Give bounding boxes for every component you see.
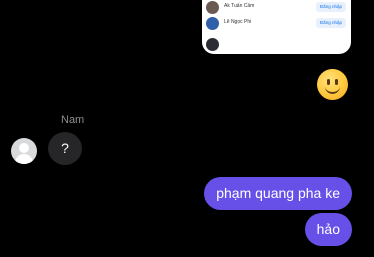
- avatar-body: [15, 154, 33, 164]
- outgoing-message-bubble[interactable]: phạm quang pha ke: [204, 177, 352, 210]
- account-name: Lê Ngọc Phi: [224, 19, 252, 25]
- account-row: Ak Tuấn Cầm Đăng nhập: [202, 1, 351, 15]
- sender-name: Nam: [61, 114, 85, 126]
- account-name: Ak Tuấn Cầm: [224, 3, 255, 9]
- account-avatar: [206, 38, 219, 51]
- sender-avatar[interactable]: [11, 138, 37, 164]
- account-row: [202, 36, 351, 51]
- avatar-head: [19, 143, 29, 153]
- login-button[interactable]: Đăng nhập: [315, 18, 346, 28]
- account-avatar: [206, 17, 219, 30]
- account-avatar: [206, 1, 219, 14]
- outgoing-message-bubble[interactable]: hảo: [304, 213, 352, 246]
- account-row: Lê Ngọc Phi Đăng nhập: [202, 17, 351, 31]
- shared-screenshot-card[interactable]: Ak Tuấn Cầm Đăng nhập Lê Ngọc Phi Đăng n…: [202, 0, 351, 54]
- incoming-message-bubble[interactable]: ?: [48, 132, 82, 165]
- emoji-mouth: [325, 84, 340, 94]
- login-button[interactable]: Đăng nhập: [315, 2, 346, 12]
- smiling-face-icon: [317, 69, 348, 100]
